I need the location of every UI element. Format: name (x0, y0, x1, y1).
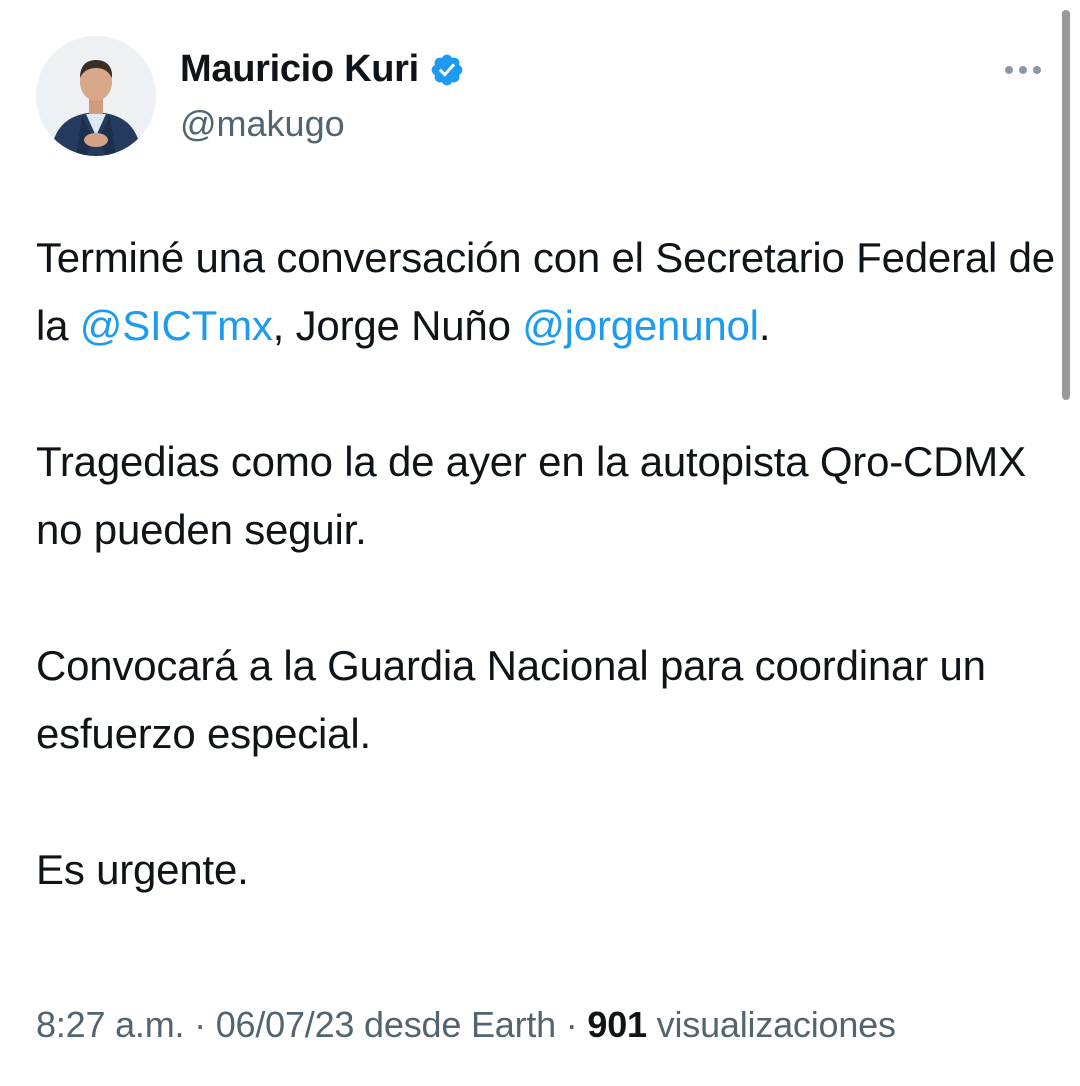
avatar[interactable] (36, 36, 156, 156)
verified-badge-icon (431, 54, 463, 85)
tweet-time[interactable]: 8:27 a.m. (36, 1004, 184, 1045)
author-handle[interactable]: @makugo (180, 103, 345, 145)
meta-separator: · (556, 1004, 588, 1045)
more-options-icon[interactable] (1000, 58, 1046, 82)
views-count[interactable]: 901 (587, 1004, 647, 1045)
mention-link-sictmx[interactable]: @SICTmx (80, 302, 273, 349)
tweet-card: Mauricio Kuri @makugo Terminé una conver… (0, 0, 1080, 1086)
tweet-paragraph-2: Tragedias como la de ayer en la autopist… (36, 438, 1026, 553)
tweet-paragraph-3: Convocará a la Guardia Nacional para coo… (36, 642, 986, 757)
tweet-paragraph-1: Terminé una conversación con el Secretar… (36, 224, 1056, 360)
author-name-row[interactable]: Mauricio Kuri (180, 48, 465, 91)
tweet-metadata: 8:27 a.m. · 06/07/23 desde Earth · 901 v… (36, 1004, 896, 1046)
tweet-text-segment: . (758, 302, 771, 349)
meta-separator: · (184, 1004, 216, 1045)
tweet-text: Terminé una conversación con el Secretar… (36, 224, 1056, 972)
views-label[interactable]: visualizaciones (647, 1004, 896, 1045)
scrollbar[interactable] (1062, 10, 1070, 400)
mention-link-jorgenunol[interactable]: @jorgenunol (522, 302, 759, 349)
tweet-source: desde Earth (354, 1004, 556, 1045)
author-name[interactable]: Mauricio Kuri (180, 48, 419, 91)
tweet-date[interactable]: 06/07/23 (216, 1004, 355, 1045)
tweet-text-segment: , Jorge Nuño (272, 302, 523, 349)
tweet-paragraph-4: Es urgente. (36, 846, 249, 893)
avatar-portrait-icon (36, 36, 156, 156)
